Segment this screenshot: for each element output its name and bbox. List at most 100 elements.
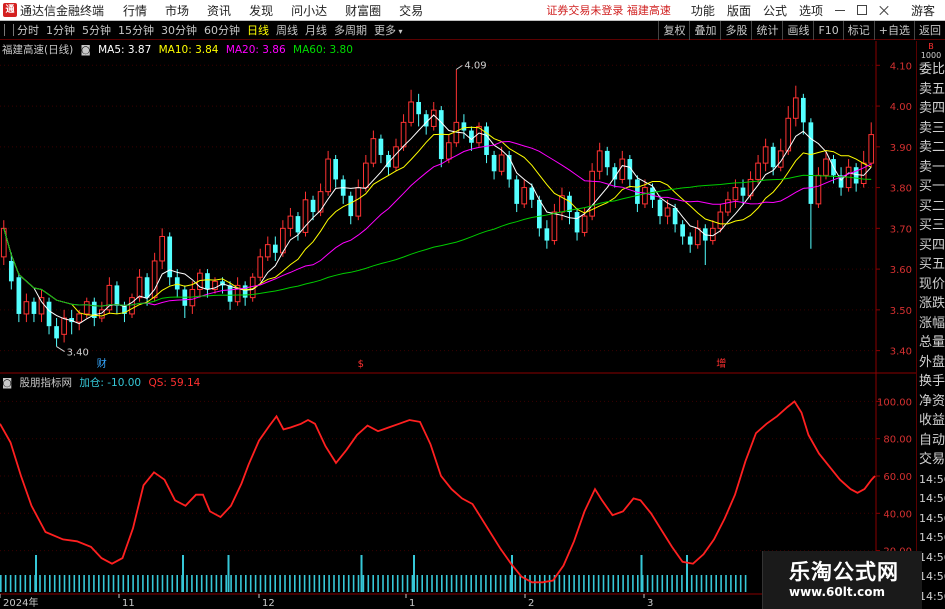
period-more[interactable]: 更多	[374, 22, 403, 38]
toolbar-grip-icon[interactable]	[4, 24, 14, 36]
period-multi[interactable]: 多周期	[334, 22, 367, 38]
panel-item[interactable]: 买五	[917, 255, 945, 275]
panel-item[interactable]: 买一	[917, 177, 945, 197]
indicator-tick-label: 60.00	[883, 472, 912, 483]
high-pointer	[456, 64, 463, 70]
minimize-icon[interactable]	[832, 3, 848, 17]
panel-item[interactable]: 交易	[917, 450, 945, 470]
menu-market[interactable]: 市场	[165, 2, 189, 19]
panel-item[interactable]: 涨跌	[917, 294, 945, 314]
period-60min[interactable]: 60分钟	[204, 22, 240, 38]
qs-line	[0, 400, 876, 584]
candle-body	[657, 199, 663, 217]
tool-f10[interactable]: F10	[813, 20, 842, 40]
price-tick-label: 3.60	[890, 265, 912, 276]
tool-statistics[interactable]: 统计	[751, 20, 782, 40]
candle-body	[664, 207, 671, 217]
panel-item[interactable]: 14:56	[917, 528, 945, 548]
panel-item[interactable]: 委比	[917, 60, 945, 80]
candle-body	[144, 277, 150, 298]
period-5min[interactable]: 5分钟	[82, 22, 111, 38]
panel-item[interactable]: 买三	[917, 216, 945, 236]
indicator-bar	[622, 575, 624, 592]
indicator-bar	[470, 575, 472, 592]
guest-user[interactable]: 游客	[911, 2, 935, 19]
indicator-bar	[548, 575, 551, 592]
panel-item[interactable]: 自动	[917, 431, 945, 451]
menu-discover[interactable]: 发现	[249, 2, 273, 19]
indicator-bar	[739, 575, 742, 592]
period-monthly[interactable]: 月线	[305, 22, 327, 38]
indicator-bar	[656, 575, 659, 592]
menu-wealth-circle[interactable]: 财富圈	[345, 2, 381, 19]
panel-item[interactable]: 14:56	[917, 470, 945, 490]
indicator-bar	[543, 575, 546, 592]
tool-restore-rights[interactable]: 复权	[658, 20, 689, 40]
menu-trade[interactable]: 交易	[399, 2, 423, 19]
period-intraday[interactable]: 分时	[17, 22, 39, 38]
candle-body	[136, 276, 143, 299]
candle-body	[114, 285, 120, 306]
panel-item[interactable]: 卖三	[917, 119, 945, 139]
candle-body	[792, 97, 799, 119]
menu-formula[interactable]: 公式	[763, 2, 787, 19]
menu-layout[interactable]: 版面	[727, 2, 751, 19]
indicator-bar	[39, 575, 41, 592]
menu-options[interactable]: 选项	[799, 2, 823, 19]
main-legend: 福建高速(日线) ◙ MA5: 3.87 MA10: 3.84 MA20: 3.…	[2, 42, 357, 57]
period-15min[interactable]: 15分钟	[118, 22, 154, 38]
tool-add-watchlist[interactable]: +自选	[873, 20, 914, 40]
tool-mark[interactable]: 标记	[842, 20, 874, 40]
panel-item[interactable]: 总量	[917, 333, 945, 353]
panel-item[interactable]: 买四	[917, 236, 945, 256]
panel-item[interactable]: 卖五	[917, 80, 945, 100]
maximize-icon[interactable]	[854, 3, 870, 17]
indicator-bar	[705, 575, 708, 592]
tool-multi-stock[interactable]: 多股	[720, 20, 751, 40]
indicator-bar	[509, 575, 512, 592]
close-icon[interactable]	[876, 3, 892, 17]
tool-overlay[interactable]: 叠加	[689, 20, 720, 40]
panel-item[interactable]: 卖二	[917, 138, 945, 158]
menu-function[interactable]: 功能	[691, 2, 715, 19]
menu-ask[interactable]: 问小达	[291, 2, 327, 19]
settings-icon[interactable]: ◙	[81, 44, 91, 56]
price-tick-label: 3.40	[890, 347, 912, 358]
candle-body	[227, 285, 233, 302]
panel-item[interactable]: 换手	[917, 372, 945, 392]
period-weekly[interactable]: 周线	[276, 22, 298, 38]
indicator-bar	[102, 575, 105, 592]
panel-item[interactable]: 涨幅	[917, 314, 945, 334]
period-toolbar: 分时 1分钟 5分钟 15分钟 30分钟 60分钟 日线 周线 月线 多周期 更…	[0, 20, 945, 40]
period-daily[interactable]: 日线	[247, 22, 269, 38]
panel-item[interactable]: 收益	[917, 411, 945, 431]
login-notice[interactable]: 证券交易未登录 福建高速	[546, 2, 671, 18]
candle-body	[295, 216, 301, 233]
indicator-bar	[387, 575, 389, 592]
panel-item[interactable]: 卖一	[917, 158, 945, 178]
indicator-bar	[588, 575, 590, 592]
panel-item[interactable]: 卖四	[917, 99, 945, 119]
period-30min[interactable]: 30分钟	[161, 22, 197, 38]
price-chart[interactable]: 4.09 3.40 财 $ 增 3.40 3.50 3.60 3.70 3.80 3.90 4.00…	[0, 41, 916, 609]
panel-item[interactable]: 净资	[917, 392, 945, 412]
menu-quotes[interactable]: 行情	[123, 2, 147, 19]
indicator-name: 股朋指标网	[19, 377, 73, 389]
panel-item[interactable]: 14:56	[917, 489, 945, 509]
candle-body	[529, 187, 535, 200]
panel-item[interactable]: 买二	[917, 197, 945, 217]
indicator-bar	[499, 575, 502, 592]
candle-body	[445, 142, 452, 160]
indicator-bar	[715, 575, 717, 592]
settings-icon[interactable]: ◙	[2, 377, 12, 389]
indicator-bar	[68, 575, 71, 592]
panel-item[interactable]: 外盘	[917, 353, 945, 373]
period-1min[interactable]: 1分钟	[46, 22, 75, 38]
panel-item[interactable]: 14:56	[917, 509, 945, 529]
indicator-bar	[24, 575, 27, 592]
tool-draw-line[interactable]: 画线	[782, 20, 813, 40]
panel-item[interactable]: 现价	[917, 275, 945, 295]
menu-news[interactable]: 资讯	[207, 2, 231, 19]
tool-back[interactable]: 返回	[914, 20, 945, 40]
jiacang-value: 加仓: -10.00	[79, 377, 142, 389]
